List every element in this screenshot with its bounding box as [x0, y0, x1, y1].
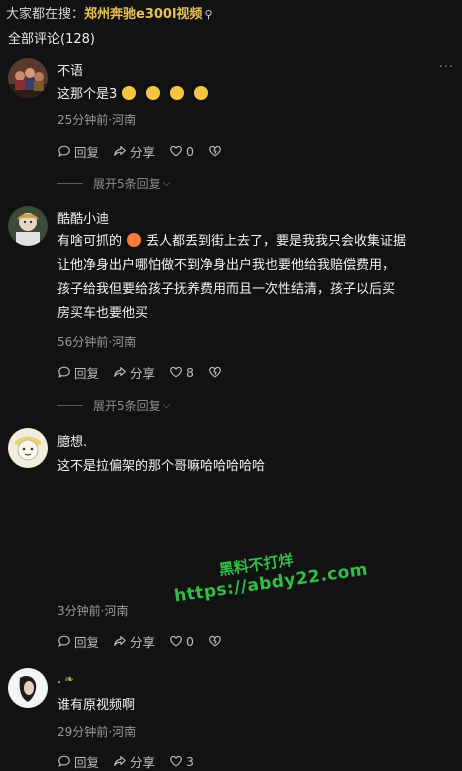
reply-button[interactable]: 回复	[57, 632, 99, 651]
share-button[interactable]: 分享	[113, 632, 155, 651]
share-label: 分享	[130, 634, 156, 650]
reply-label: 回复	[74, 634, 100, 650]
comment-bubble-icon	[58, 366, 70, 378]
emoji-icon	[127, 233, 142, 247]
comment-text-line: 房买车也要他买	[57, 306, 149, 321]
comment-actions: 回复 分享 0	[57, 142, 239, 160]
reply-button[interactable]: 回复	[57, 752, 99, 771]
search-suggestion[interactable]: 大家都在搜：郑州奔驰e300l视频 ⚲	[6, 3, 213, 22]
heart-icon	[170, 635, 182, 647]
dislike-button[interactable]	[208, 144, 225, 158]
broken-heart-icon	[209, 366, 221, 378]
expand-replies-label: 展开5条回复	[93, 399, 161, 413]
heart-icon	[170, 755, 182, 767]
comment-username[interactable]: . ❧	[57, 672, 74, 687]
like-button[interactable]: 8	[169, 365, 194, 380]
heart-icon	[170, 145, 182, 157]
comment-text-line: 有啥可抓的 丢人都丢到街上去了，要是我我只会收集证据	[57, 233, 407, 249]
emoji-icon	[194, 86, 209, 100]
chevron-down-icon: ⌵	[162, 178, 171, 189]
divider	[57, 405, 83, 406]
expand-replies-button[interactable]: 展开5条回复 ⌵	[57, 175, 170, 192]
dislike-button[interactable]	[208, 365, 225, 379]
avatar[interactable]	[8, 428, 48, 468]
share-button[interactable]: 分享	[113, 752, 155, 771]
comment-text: 这那个是3	[57, 83, 454, 107]
comment-text: 这不是拉偏架的那个哥嘛哈哈哈哈哈	[57, 455, 454, 479]
more-dots-icon[interactable]: ···	[439, 60, 454, 75]
chevron-down-icon: ⌵	[162, 400, 171, 411]
reply-label: 回复	[74, 754, 100, 770]
comment-time-location: 25分钟前·河南	[57, 113, 137, 127]
share-label: 分享	[130, 365, 156, 381]
comment-actions: 回复 分享 0	[57, 632, 239, 650]
comment-text: 有啥可抓的 丢人都丢到街上去了，要是我我只会收集证据 让他净身出户哪怕做不到净身出…	[57, 230, 454, 326]
emoji-icon	[146, 86, 161, 100]
share-button[interactable]: 分享	[113, 142, 155, 161]
comment-text-line: 孩子给我但要给孩子抚养费用而且一次性结清，孩子以后买	[57, 282, 396, 297]
comment-username[interactable]: 酷酷小迪	[57, 208, 109, 227]
share-label: 分享	[130, 754, 156, 770]
heart-icon	[170, 366, 182, 378]
comment-bubble-icon	[58, 635, 70, 647]
comment-username[interactable]: 臆想.	[57, 431, 87, 450]
search-suggestion-term[interactable]: 郑州奔驰e300l视频	[84, 7, 202, 22]
avatar[interactable]	[8, 668, 48, 708]
emoji-icon	[122, 86, 137, 100]
search-icon: ⚲	[204, 8, 213, 21]
search-suggestion-prefix: 大家都在搜：	[6, 7, 85, 22]
comment-username[interactable]: 不语	[57, 60, 83, 79]
expand-replies-label: 展开5条回复	[93, 177, 161, 191]
like-count: 8	[186, 364, 194, 380]
share-arrow-icon	[114, 756, 126, 766]
comment-bubble-icon	[58, 755, 70, 767]
comment-actions: 回复 分享 3	[57, 752, 208, 770]
like-button[interactable]: 0	[169, 144, 194, 159]
like-count: 0	[186, 143, 194, 159]
watermark: 黑料不打烊 https://abdy22.com	[170, 539, 369, 607]
comment-time-location: 56分钟前·河南	[57, 335, 137, 349]
comments-count: 全部评论(128)	[8, 32, 95, 47]
comment-time-location: 3分钟前·河南	[57, 604, 129, 618]
broken-heart-icon	[209, 635, 221, 647]
reply-label: 回复	[74, 365, 100, 381]
like-button[interactable]: 3	[169, 754, 194, 769]
like-count: 3	[186, 753, 194, 769]
share-button[interactable]: 分享	[113, 363, 155, 382]
comment-text-line: 谁有原视频啊	[57, 698, 136, 713]
reply-button[interactable]: 回复	[57, 363, 99, 382]
share-arrow-icon	[114, 636, 126, 646]
divider	[57, 183, 83, 184]
comment-text-line: 让他净身出户哪怕做不到净身出户我也要他给我赔偿费用，	[57, 258, 396, 273]
like-button[interactable]: 0	[169, 634, 194, 649]
broken-heart-icon	[209, 145, 221, 157]
avatar[interactable]	[8, 58, 48, 98]
comment-bubble-icon	[58, 145, 70, 157]
comment-text-line: 这那个是3	[57, 87, 118, 102]
comment-text: 谁有原视频啊	[57, 694, 454, 718]
share-label: 分享	[130, 144, 156, 160]
dislike-button[interactable]	[208, 634, 225, 648]
leaf-icon: ❧	[64, 672, 75, 686]
like-count: 0	[186, 633, 194, 649]
share-arrow-icon	[114, 146, 126, 156]
avatar[interactable]	[8, 206, 48, 246]
reply-button[interactable]: 回复	[57, 142, 99, 161]
share-arrow-icon	[114, 367, 126, 377]
comment-time-location: 29分钟前·河南	[57, 725, 137, 739]
expand-replies-button[interactable]: 展开5条回复 ⌵	[57, 397, 170, 414]
emoji-icon	[170, 86, 185, 100]
comment-actions: 回复 分享 8	[57, 363, 239, 381]
reply-label: 回复	[74, 144, 100, 160]
comment-text-line: 这不是拉偏架的那个哥嘛哈哈哈哈哈	[57, 459, 266, 474]
